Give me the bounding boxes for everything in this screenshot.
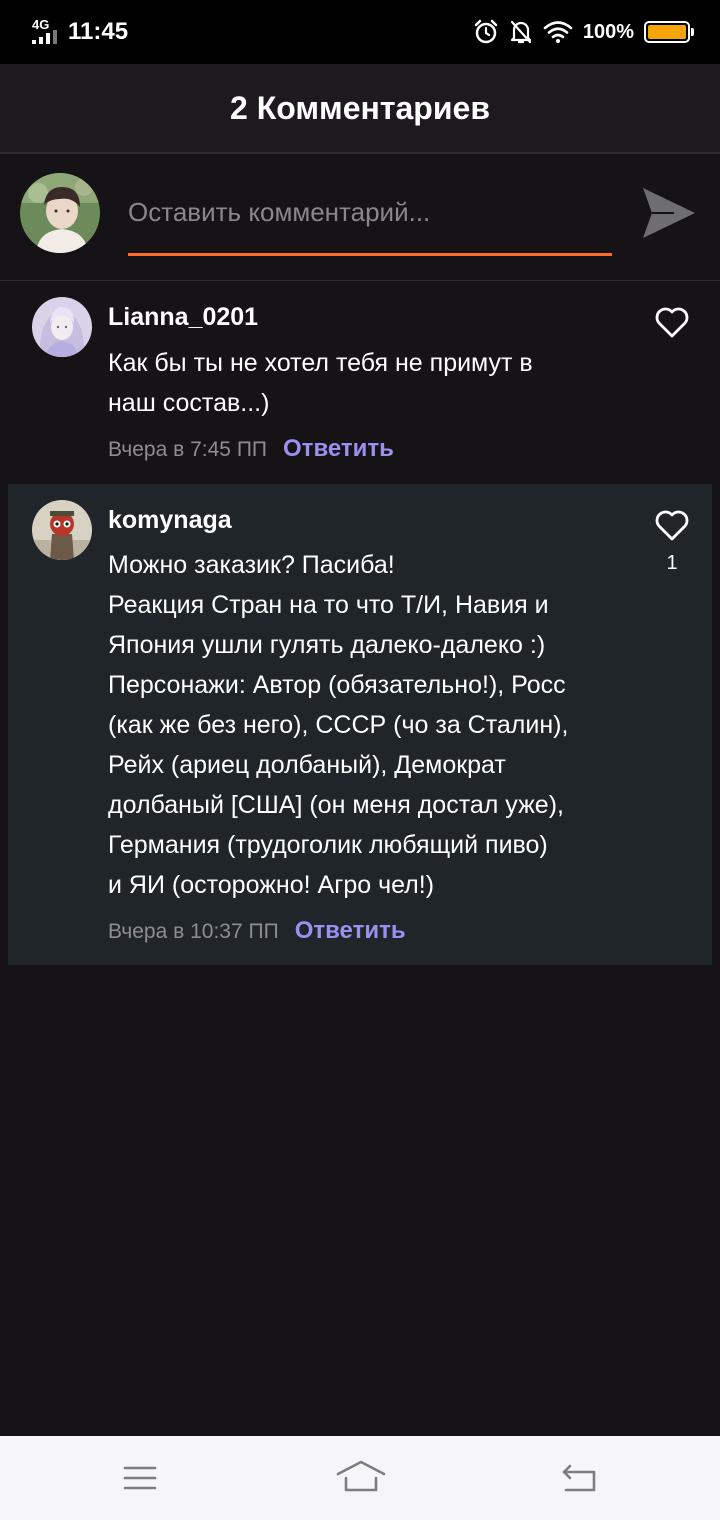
comment-text-line: Персонажи: Автор (обязательно!), Росс [108, 671, 566, 699]
comment-text: Можно заказик? Пасиба! Реакция Стран на … [108, 545, 608, 905]
comment-text-line: (как же без него), СССР (чо за Сталин), [108, 711, 569, 739]
reply-button[interactable]: Ответить [283, 435, 394, 463]
battery-icon [644, 21, 694, 43]
heart-icon [655, 510, 689, 541]
comment-text-line: долбаный [США] (он меня достал уже), [108, 791, 564, 819]
reply-button[interactable]: Ответить [295, 917, 406, 945]
battery-percent: 100% [582, 20, 634, 43]
menu-button[interactable] [120, 1458, 160, 1503]
comment-timestamp: Вчера в 7:45 ПП [108, 438, 268, 461]
comment-text-line: Как бы ты не хотел тебя не примут в [108, 349, 533, 377]
like-button[interactable] [654, 508, 690, 547]
comment-avatar[interactable] [32, 500, 92, 560]
wifi-icon [543, 20, 573, 44]
comment-meta: Вчера в 10:37 ПП Ответить [108, 917, 406, 945]
compose-row [0, 156, 720, 281]
home-icon [336, 1460, 386, 1492]
menu-icon [123, 1466, 157, 1490]
comment-text-line: Можно заказик? Пасиба! [108, 551, 395, 579]
comment-item-highlighted: komynaga Можно заказик? Пасиба! Реакция … [8, 484, 712, 965]
comment-text-line: Германия (трудоголик любящий пиво) [108, 831, 548, 859]
comment-timestamp: Вчера в 10:37 ПП [108, 920, 279, 943]
comment-meta: Вчера в 7:45 ПП Ответить [108, 435, 394, 463]
comment-input[interactable] [128, 186, 612, 238]
comment-item: Lianna_0201 Как бы ты не хотел тебя не п… [8, 283, 712, 483]
send-icon [643, 188, 695, 238]
status-time: 11:45 [68, 18, 129, 45]
comment-text-line: Япония ушли гулять далеко-далеко :) [108, 631, 546, 659]
status-bar: 4G 11:45 100% [0, 0, 720, 64]
page-title: 2 Комментариев [230, 89, 490, 126]
current-user-avatar[interactable] [20, 173, 100, 253]
heart-icon [655, 307, 689, 338]
comment-username[interactable]: Lianna_0201 [108, 303, 258, 332]
back-button[interactable] [558, 1458, 602, 1503]
comment-avatar[interactable] [32, 297, 92, 357]
home-button[interactable] [334, 1458, 388, 1503]
comment-text-line: и ЯИ (осторожно! Агро чел!) [108, 871, 435, 899]
send-button[interactable] [640, 184, 698, 242]
cellular-signal-icon: 4G [30, 17, 60, 47]
back-icon [562, 1464, 596, 1492]
bell-off-icon [509, 19, 533, 45]
like-count: 1 [666, 552, 678, 574]
comment-text-line: Рейх (ариец долбаный), Демократ [108, 751, 506, 779]
comment-input-wrapper [128, 186, 612, 256]
system-nav-bar [0, 1436, 720, 1520]
comment-text: Как бы ты не хотел тебя не примут в наш … [108, 343, 608, 423]
like-button[interactable] [654, 305, 690, 344]
comment-text-line: Реакция Стран на то что Т/И, Навия и [108, 591, 549, 619]
comments-header: 2 Комментариев [0, 64, 720, 154]
comment-username[interactable]: komynaga [108, 506, 232, 535]
alarm-icon [473, 19, 499, 45]
comment-text-line: наш состав...) [108, 389, 270, 417]
